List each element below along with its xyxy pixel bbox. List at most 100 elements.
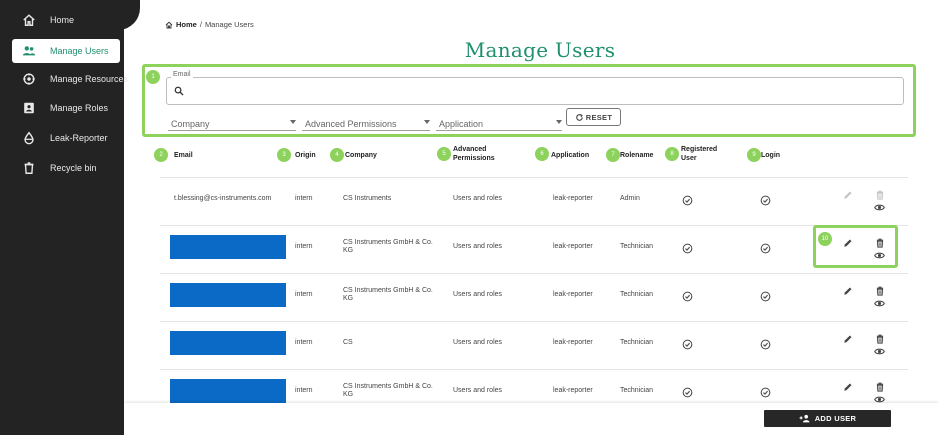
view-icon[interactable] <box>874 344 885 355</box>
sidebar-item-manage-users[interactable]: Manage Users <box>12 39 120 63</box>
step-badge: 2 <box>154 148 168 162</box>
view-icon[interactable] <box>874 296 885 307</box>
edit-icon[interactable] <box>843 283 853 295</box>
breadcrumb-current: Manage Users <box>204 20 254 29</box>
step-badge: 9 <box>747 148 761 162</box>
column-header-line: Advanced <box>453 146 487 153</box>
trash-icon <box>24 162 34 174</box>
redacted-email-block <box>170 331 286 355</box>
registered-check-icon <box>682 337 693 350</box>
reset-button[interactable]: RESET <box>566 108 621 126</box>
chevron-down-icon <box>424 120 430 124</box>
sidebar-item-manage-resources[interactable]: Manage Resources <box>0 67 128 91</box>
company-select-value: Company <box>171 119 210 129</box>
breadcrumb-separator: / <box>199 20 202 29</box>
login-check-icon <box>760 241 771 254</box>
email-cell: t.blessing@cs-instruments.com <box>174 195 272 202</box>
edit-icon[interactable] <box>843 379 853 391</box>
delete-icon[interactable] <box>875 379 885 392</box>
origin-cell: intern <box>295 291 313 298</box>
rolename-cell: Admin <box>620 195 640 202</box>
roles-icon <box>24 102 34 114</box>
redacted-email-block <box>170 235 286 259</box>
origin-cell: intern <box>295 195 313 202</box>
resources-icon <box>23 73 35 85</box>
sidebar-item-home[interactable]: Home <box>0 8 124 32</box>
users-icon <box>22 46 36 56</box>
origin-cell: intern <box>295 339 313 346</box>
company-select[interactable]: Company <box>168 114 296 131</box>
registered-check-icon <box>682 385 693 398</box>
advanced-permissions-cell: Users and roles <box>453 195 503 202</box>
add-user-icon <box>799 414 810 423</box>
column-header-company[interactable]: Company <box>345 151 377 160</box>
column-header-origin[interactable]: Origin <box>295 151 316 160</box>
application-cell: leak-reporter <box>553 339 593 346</box>
row-divider <box>160 321 908 322</box>
column-header-advanced-permissions[interactable]: Advanced Permissions <box>453 145 495 163</box>
delete-icon[interactable] <box>875 331 885 344</box>
registered-check-icon <box>682 241 693 254</box>
redacted-email-block <box>170 283 286 307</box>
rolename-cell: Technician <box>620 339 654 346</box>
company-cell: CS Instruments GmbH & Co. KG <box>343 383 433 398</box>
advanced-permissions-select-value: Advanced Permissions <box>305 119 397 129</box>
delete-icon[interactable] <box>875 283 885 296</box>
origin-cell: intern <box>295 243 313 250</box>
column-header-email[interactable]: Email <box>174 151 193 160</box>
reset-button-label: RESET <box>585 112 613 122</box>
chevron-down-icon <box>290 120 296 124</box>
redacted-email-block <box>170 379 286 403</box>
sidebar-item-manage-roles[interactable]: Manage Roles <box>0 96 124 120</box>
delete-icon <box>875 187 885 200</box>
column-header-line: Registered <box>681 146 718 153</box>
page-title: Manage Users <box>464 38 616 62</box>
application-cell: leak-reporter <box>553 291 593 298</box>
add-user-button[interactable]: ADD USER <box>764 410 891 427</box>
view-icon[interactable] <box>874 392 885 403</box>
sidebar-item-recycle-bin[interactable]: Recycle bin <box>0 156 124 180</box>
chevron-down-icon <box>556 120 562 124</box>
breadcrumb-home-link[interactable]: Home <box>176 20 197 29</box>
login-check-icon <box>760 193 771 206</box>
application-select-value: Application <box>439 119 484 129</box>
advanced-permissions-cell: Users and roles <box>453 339 503 346</box>
sidebar-item-label: Manage Users <box>50 46 109 56</box>
origin-cell: intern <box>295 387 313 394</box>
application-select[interactable]: Application <box>436 114 562 131</box>
edit-icon[interactable] <box>843 331 853 343</box>
add-user-button-label: ADD USER <box>814 414 857 423</box>
sidebar-item-label: Manage Resources <box>50 74 129 84</box>
advanced-permissions-select[interactable]: Advanced Permissions <box>302 114 430 131</box>
row-divider <box>160 369 908 370</box>
view-icon[interactable] <box>874 200 885 211</box>
company-cell: CS <box>343 339 353 346</box>
column-header-registered-user[interactable]: Registered User <box>681 145 717 163</box>
login-check-icon <box>760 385 771 398</box>
registered-check-icon <box>682 289 693 302</box>
step-badge: 4 <box>330 148 344 162</box>
application-cell: leak-reporter <box>553 243 593 250</box>
rolename-cell: Technician <box>620 291 654 298</box>
company-cell: CS Instruments GmbH & Co. KG <box>343 239 433 254</box>
advanced-permissions-cell: Users and roles <box>453 243 503 250</box>
column-header-login[interactable]: Login <box>761 151 780 160</box>
column-header-rolename[interactable]: Rolename <box>620 151 653 160</box>
sidebar-item-leak-reporter[interactable]: Leak-Reporter <box>0 126 124 150</box>
application-cell: leak-reporter <box>553 387 593 394</box>
application-cell: leak-reporter <box>553 195 593 202</box>
email-filter-input[interactable] <box>166 77 904 105</box>
edit-icon <box>843 187 853 199</box>
row-actions-highlight <box>813 225 898 268</box>
sidebar-item-label: Leak-Reporter <box>50 133 108 143</box>
column-header-line: Permissions <box>453 155 495 162</box>
refresh-icon <box>575 113 583 121</box>
leak-icon <box>24 131 34 145</box>
column-header-application[interactable]: Application <box>551 151 589 160</box>
step-badge: 7 <box>606 148 620 162</box>
row-divider <box>160 177 908 178</box>
step-badge: 6 <box>535 147 549 161</box>
rolename-cell: Technician <box>620 243 654 250</box>
company-cell: CS Instruments GmbH & Co. KG <box>343 287 433 302</box>
step-badge: 3 <box>277 148 291 162</box>
